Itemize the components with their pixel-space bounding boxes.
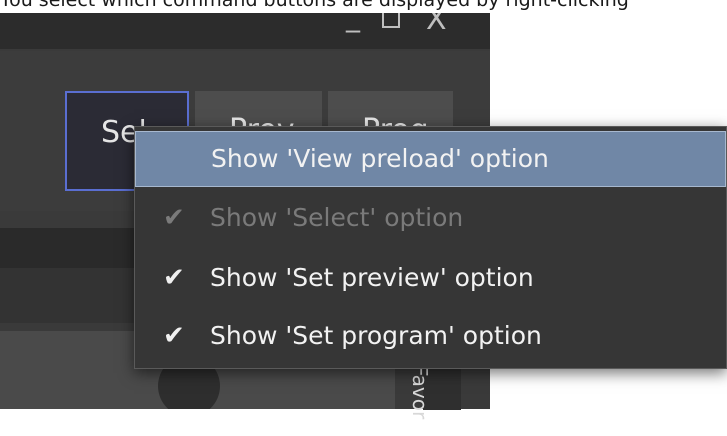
menu-item-select: ✔ Show 'Select' option (135, 191, 726, 247)
menu-item-label: Show 'View preload' option (211, 144, 549, 173)
maximize-icon[interactable] (382, 13, 400, 28)
checkmark-icon: ✔ (163, 263, 185, 293)
menu-item-label: Show 'Select' option (210, 203, 464, 232)
close-icon[interactable]: X (426, 13, 447, 35)
page-caption: You select which command buttons are dis… (0, 0, 629, 11)
minimize-icon[interactable]: _ (346, 13, 360, 31)
context-menu: Show 'View preload' option ✔ Show 'Selec… (134, 126, 727, 369)
menu-item-view-preload[interactable]: Show 'View preload' option (135, 131, 726, 187)
checkmark-icon: ✔ (163, 321, 185, 351)
menu-item-label: Show 'Set preview' option (210, 263, 534, 292)
menu-item-set-preview[interactable]: ✔ Show 'Set preview' option (135, 251, 726, 307)
favorites-tab-label: Favor (408, 365, 432, 420)
menu-item-set-program[interactable]: ✔ Show 'Set program' option (135, 309, 726, 365)
title-bar: _ X (0, 13, 490, 49)
checkmark-icon: ✔ (163, 203, 185, 233)
menu-item-label: Show 'Set program' option (210, 321, 542, 350)
